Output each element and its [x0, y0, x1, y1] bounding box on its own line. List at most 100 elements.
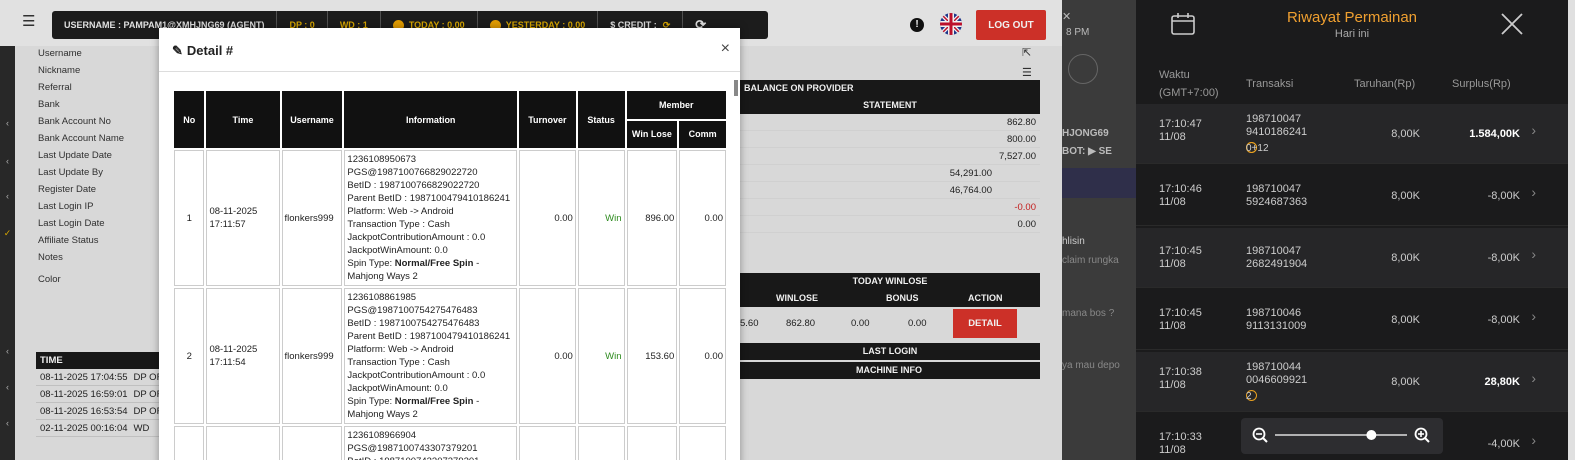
transaction-id: 0046609921 — [1246, 374, 1308, 386]
row-date: 11/08 — [1159, 258, 1186, 270]
cell-comm: 0.00 — [679, 150, 726, 286]
col-status: Status — [577, 91, 625, 148]
spin-type-line: Spin Type: Normal/Free Spin - Mahjong Wa… — [347, 395, 514, 421]
chat-text: ya mau depo — [1062, 360, 1120, 371]
col-waktu: Waktu — [1159, 69, 1190, 81]
close-button[interactable]: × — [721, 40, 730, 58]
detail-modal: ✎ Detail # × No Time Username Information… — [159, 28, 740, 460]
info-line: BetID : 1987100743307379201 — [347, 455, 514, 460]
chevron-right-icon[interactable]: › — [1531, 309, 1536, 323]
row-date: 11/08 — [1159, 131, 1186, 143]
row-transaction: 198710044 0046609921 2 — [1246, 361, 1308, 402]
info-line: JackpotContributionAmount : 0.0 — [347, 232, 486, 243]
cell-clock: 17:11:57 — [209, 219, 246, 230]
row-time: 17:10:46 11/08 — [1159, 183, 1202, 209]
cell-time: 08-11-2025 17:11:57 — [206, 150, 280, 286]
chevron-right-icon[interactable]: › — [1531, 123, 1536, 137]
zoom-in-icon[interactable] — [1414, 427, 1430, 443]
cell-status: Win — [577, 288, 625, 424]
info-line: Transaction Type : Cash — [347, 357, 450, 368]
bet-detail-table: No Time Username Information Turnover St… — [172, 89, 728, 460]
cell-time — [206, 426, 280, 460]
chevron-right-icon[interactable]: › — [1531, 371, 1536, 385]
info-line: BetID : 1987100754275476483 — [347, 318, 480, 329]
row-bet: 8,00K — [1391, 190, 1420, 202]
row-clock: 17:10:33 — [1159, 431, 1202, 443]
transaction-id: 198710044 — [1246, 361, 1302, 373]
edit-icon: ✎ — [172, 43, 183, 58]
cell-turnover: 0.00 — [518, 288, 576, 424]
info-line: Transaction Type : Cash — [347, 219, 450, 230]
table-row: 2 08-11-2025 17:11:54 flonkers999 1236108861… — [174, 288, 726, 424]
row-surplus: 28,80K — [1484, 376, 1520, 388]
info-line: JackpotWinAmount: 0.0 — [347, 245, 448, 256]
transaction-id: 9410186241 — [1246, 126, 1308, 138]
history-row[interactable]: 17:10:45 11/08 198710046 9113131009 8,00K -8,… — [1136, 290, 1568, 350]
cell-information: 1236108861985 PGS@1987100754275476483 BetI… — [344, 288, 517, 424]
info-line: Platform: Web -> Android — [347, 206, 454, 217]
row-bet: 8,00K — [1391, 376, 1420, 388]
info-line: PGS@1987100743307379201 — [347, 443, 478, 454]
cell-no — [174, 426, 205, 460]
cell-information: 1236108950673 PGS@1987100766829022720 BetI… — [344, 150, 517, 286]
chat-text: claim rungka — [1062, 255, 1119, 266]
row-date: 11/08 — [1159, 196, 1186, 208]
info-line: 1236108966904 — [347, 430, 417, 441]
cell-winlose — [626, 426, 678, 460]
transaction-id: 198710047 — [1246, 183, 1302, 195]
col-comm: Comm — [679, 120, 726, 148]
spin-label: Spin Type: — [347, 396, 395, 407]
info-line: 1236108950673 — [347, 154, 417, 165]
row-transaction: 198710047 2682491904 — [1246, 245, 1307, 271]
chevron-right-icon[interactable]: › — [1531, 247, 1536, 261]
transaction-id: 9113131009 — [1246, 320, 1307, 332]
history-columns: Waktu (GMT+7:00) Transaksi Taruhan(Rp) S… — [1136, 66, 1568, 104]
history-row[interactable]: 17:10:46 11/08 198710047 5924687363 8,00K -8,… — [1136, 166, 1568, 226]
chevron-right-icon[interactable]: › — [1531, 185, 1536, 199]
row-transaction: 198710047 5924687363 — [1246, 183, 1307, 209]
cell-date: 08-11-2025 — [209, 206, 258, 217]
chat-panel: ✕ 8 PM HJONG69 BOT: ▶ SE hlisin claim ru… — [1062, 0, 1136, 460]
row-bet: 8,00K — [1391, 252, 1420, 264]
chevron-right-icon[interactable]: › — [1531, 433, 1536, 447]
cell-no: 2 — [174, 288, 205, 424]
info-line: BetID : 1987100766829022720 — [347, 180, 480, 191]
zoom-out-icon[interactable] — [1252, 427, 1268, 443]
transaction-id: 5924687363 — [1246, 196, 1308, 208]
row-time: 17:10:45 11/08 — [1159, 245, 1202, 271]
modal-title: ✎ Detail # — [172, 43, 233, 59]
history-row[interactable]: 17:10:47 11/08 198710047 9410186241 0+12 8,00… — [1136, 104, 1568, 164]
cell-winlose: 153.60 — [626, 288, 678, 424]
cell-time: 08-11-2025 17:11:54 — [206, 288, 280, 424]
history-row[interactable]: 17:10:38 11/08 198710044 0046609921 2 8,00K 28… — [1136, 352, 1568, 412]
modal-title-text: Detail # — [186, 43, 234, 58]
row-clock: 17:10:46 — [1159, 183, 1202, 195]
history-row[interactable]: 17:10:45 11/08 198710047 2682491904 8,00K -8,… — [1136, 228, 1568, 288]
col-information: Information — [344, 91, 517, 148]
chat-text: BOT: ▶ SE — [1062, 146, 1112, 157]
row-transaction: 198710047 9410186241 0+12 — [1246, 113, 1308, 154]
row-time: 17:10:33 11/08 — [1159, 431, 1202, 457]
row-clock: 17:10:38 — [1159, 366, 1202, 378]
row-time: 17:10:38 11/08 — [1159, 366, 1202, 392]
spin-label: Spin Type: — [347, 258, 395, 269]
transaction-id: 198710047 — [1246, 113, 1302, 125]
chat-text: hlisin — [1062, 236, 1085, 247]
info-line: Parent BetID : 1987100479410186241 — [347, 193, 511, 204]
col-surplus: Surplus(Rp) — [1452, 78, 1511, 90]
chat-time: 8 PM — [1066, 27, 1090, 38]
spin-type-line: Spin Type: Normal/Free Spin - Mahjong Wa… — [347, 257, 514, 283]
zoom-slider-handle[interactable] — [1366, 430, 1377, 440]
chat-highlight — [1062, 168, 1136, 198]
close-icon[interactable] — [1500, 12, 1524, 36]
row-clock: 17:10:45 — [1159, 245, 1202, 257]
scrollbar-thumb[interactable] — [734, 80, 738, 96]
chat-close-icon[interactable]: ✕ — [1062, 10, 1071, 23]
col-username: Username — [281, 91, 343, 148]
row-time: 17:10:47 11/08 — [1159, 118, 1202, 144]
col-winlose: Win Lose — [626, 120, 678, 148]
row-surplus: 1.584,00K — [1469, 128, 1520, 140]
cell-username: flonkers999 — [281, 288, 343, 424]
zoom-control — [1241, 418, 1443, 454]
row-surplus: -8,00K — [1487, 314, 1520, 326]
